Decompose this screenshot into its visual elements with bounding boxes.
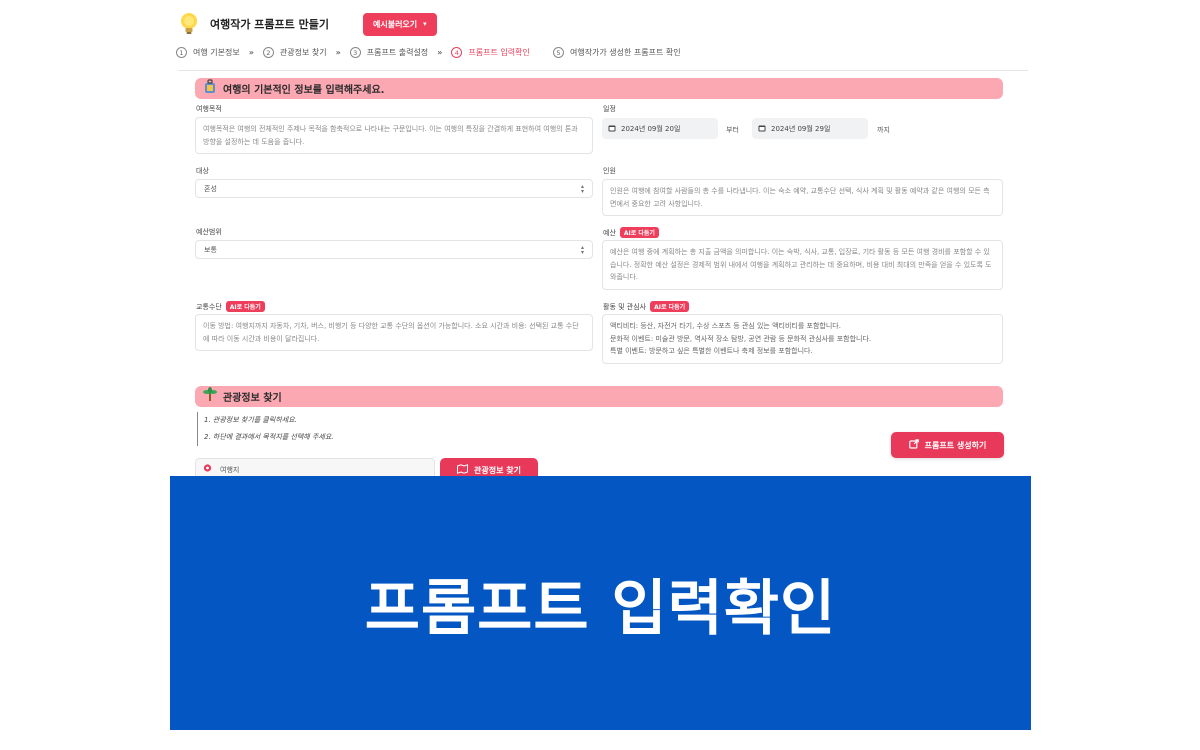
target-select[interactable]: 혼성 ▴ ▾ [195, 179, 593, 198]
target-label: 대상 [196, 166, 209, 176]
select-value: 보통 [204, 245, 217, 254]
people-input[interactable]: 인원은 여행에 참여할 사람들의 총 수를 나타냅니다. 이는 숙소 예약, 교… [602, 179, 1003, 216]
placeholder-text: 예산은 여행 중에 계획하는 총 지출 금액을 의미합니다. 이는 숙박, 식사… [610, 248, 992, 281]
step-find-tour-info[interactable]: 2 관광정보 찾기 [262, 47, 327, 58]
step-output-settings[interactable]: 3 프롬프트 출력설정 [349, 47, 429, 58]
label-text: 일정 [603, 105, 616, 113]
trip-purpose-input[interactable]: 여행목적은 여행의 전체적인 주제나 목적을 함축적으로 나타내는 구문입니다.… [195, 117, 593, 154]
step-confirm-input[interactable]: 4 프롬프트 입력확인 [451, 47, 530, 58]
updown-arrows-icon: ▴ ▾ [580, 243, 584, 256]
step-number: 1 [176, 47, 187, 58]
banner-text: 프롬프트 입력확인 [364, 573, 837, 644]
activities-line: 특별 이벤트: 방문하고 싶은 특별한 이벤트나 축제 정보를 포함합니다. [610, 347, 813, 355]
select-value: 혼성 [204, 184, 217, 193]
end-date-picker[interactable]: 2024년 09월 29일 [752, 118, 868, 139]
app-header: 여행작가 프롬프트 만들기 예시불러오기 ▾ [178, 10, 437, 38]
map-icon [457, 464, 469, 476]
transport-label: 교통수단 AI로 다듬기 [196, 301, 265, 312]
calendar-icon [758, 124, 766, 134]
label-text: 인원 [603, 167, 616, 175]
step-number: 3 [349, 47, 361, 58]
step-separator: » [437, 48, 443, 57]
ai-refine-badge[interactable]: AI로 다듬기 [225, 301, 265, 312]
activities-line: 문화적 이벤트: 미술관 방문, 역사적 장소 탐방, 공연 관람 등 문화적 … [610, 334, 872, 343]
label-text: 대상 [196, 167, 209, 175]
label-text: 교통수단 [196, 302, 222, 311]
lightbulb-icon [178, 12, 200, 36]
placeholder-text: 여행목적은 여행의 전체적인 주제나 목적을 함축적으로 나타내는 구문입니다.… [203, 125, 578, 146]
step-generated-prompt[interactable]: 5 여행작가가 생성한 프롬프트 확인 [552, 47, 681, 58]
label-text: 활동 및 관심사 [603, 302, 647, 311]
generate-prompt-button[interactable]: 프롬프트 생성하기 [891, 432, 1004, 458]
activities-label: 활동 및 관심사 AI로 다듬기 [603, 301, 690, 312]
start-date-picker[interactable]: 2024년 09월 20일 [602, 118, 718, 139]
step-label: 여행작가가 생성한 프롬프트 확인 [569, 48, 681, 57]
budget-label: 예산 AI로 다듬기 [603, 227, 659, 238]
section-basic-info-header: 여행의 기본적인 정보를 입력해주세요. [195, 78, 1003, 99]
calendar-icon [608, 124, 616, 134]
ai-refine-badge[interactable]: AI로 다듬기 [650, 301, 690, 312]
section-title: 관광정보 찾기 [223, 393, 282, 404]
label-text: 예산범위 [196, 228, 222, 236]
people-label: 인원 [603, 166, 616, 176]
label-text: 예산 [603, 228, 616, 237]
divider [178, 70, 1028, 71]
step-label: 여행 기본정보 [193, 48, 240, 57]
chevron-down-icon: ▾ [423, 20, 427, 28]
step-label: 관광정보 찾기 [279, 48, 327, 57]
instruction-line: 2. 하단에 결과에서 목적지를 선택해 주세요. [204, 433, 334, 441]
step-label: 프롬프트 입력확인 [468, 48, 530, 57]
step-basic-info[interactable]: 1 여행 기본정보 [176, 47, 240, 58]
button-label: 프롬프트 생성하기 [924, 440, 987, 450]
placeholder-text: 이동 방법: 여행지까지 자동차, 기차, 버스, 비행기 등 다양한 교통 수… [203, 322, 579, 343]
from-text: 부터 [726, 126, 739, 134]
step-navigation: 1 여행 기본정보 » 2 관광정보 찾기 » 3 프롬프트 출력설정 » 4 … [176, 47, 681, 58]
updown-arrows-icon: ▴ ▾ [580, 182, 584, 195]
app-title: 여행작가 프롬프트 만들기 [210, 18, 329, 31]
budget-level-select[interactable]: 보통 ▴ ▾ [195, 240, 593, 259]
placeholder-text: 인원은 여행에 참여할 사람들의 총 수를 나타냅니다. 이는 숙소 예약, 교… [610, 187, 990, 208]
end-date-value: 2024년 09월 29일 [771, 124, 831, 133]
instruction-line: 1. 관광정보 찾기를 클릭하세요. [204, 416, 297, 424]
luggage-icon [203, 79, 217, 98]
activities-line: 액티비티: 등산, 자전거 타기, 수상 스포츠 등 관심 있는 액티비티를 포… [610, 322, 841, 330]
step-number: 2 [262, 47, 274, 58]
label-text: 여행목적 [196, 105, 222, 113]
trip-purpose-label: 여행목적 [196, 104, 222, 114]
section-tour-info-header: 관광정보 찾기 [195, 386, 1003, 407]
section-title: 여행의 기본적인 정보를 입력해주세요. [223, 85, 385, 96]
button-label: 관광정보 찾기 [474, 465, 521, 475]
step-number: 5 [552, 47, 564, 58]
step-separator: » [335, 48, 341, 57]
location-value: 여행지 [220, 466, 240, 474]
step-label: 프롬프트 출력설정 [366, 48, 429, 57]
schedule-label: 일정 [603, 104, 616, 114]
start-date-value: 2024년 09월 20일 [621, 124, 681, 133]
ai-refine-badge[interactable]: AI로 다듬기 [619, 227, 659, 238]
step-separator: » [248, 48, 254, 57]
load-example-button[interactable]: 예시불러오기 ▾ [362, 12, 437, 36]
to-text: 까지 [877, 126, 890, 134]
load-example-label: 예시불러오기 [372, 19, 418, 29]
transport-input[interactable]: 이동 방법: 여행지까지 자동차, 기차, 버스, 비행기 등 다양한 교통 수… [195, 314, 593, 351]
title-banner: 프롬프트 입력확인 [170, 476, 1031, 730]
palm-tree-icon [203, 387, 217, 406]
share-icon [908, 439, 919, 451]
budget-level-label: 예산범위 [196, 227, 222, 237]
location-pin-icon [203, 464, 212, 476]
activities-input[interactable]: 액티비티: 등산, 자전거 타기, 수상 스포츠 등 관심 있는 액티비티를 포… [602, 314, 1003, 364]
step-number: 4 [451, 47, 463, 58]
budget-input[interactable]: 예산은 여행 중에 계획하는 총 지출 금액을 의미합니다. 이는 숙박, 식사… [602, 240, 1003, 290]
tour-instructions: 1. 관광정보 찾기를 클릭하세요. 2. 하단에 결과에서 목적지를 선택해 … [197, 412, 334, 446]
